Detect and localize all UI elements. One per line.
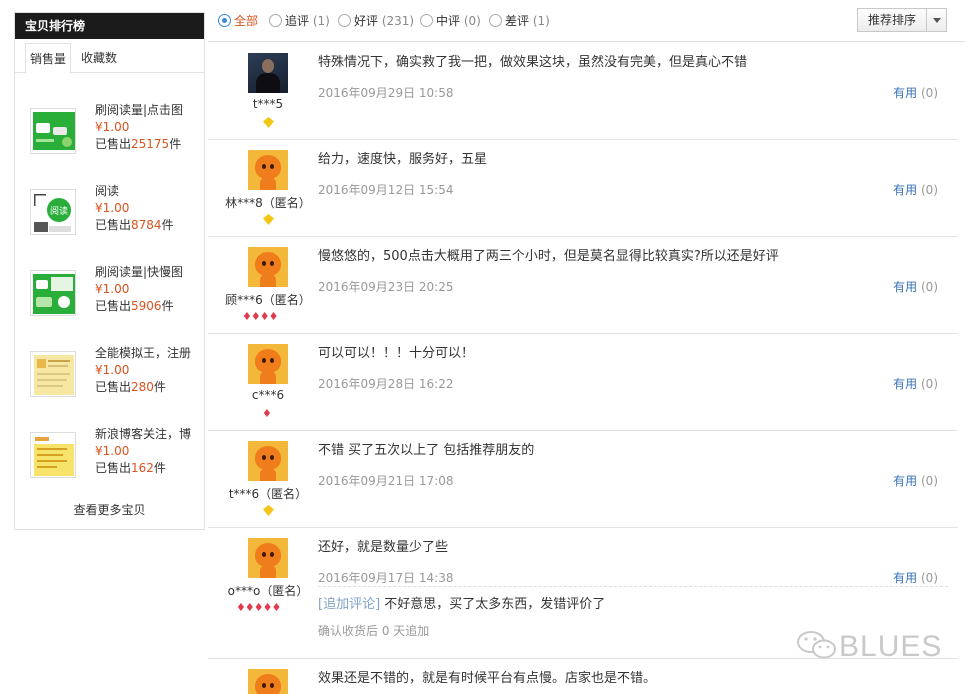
- reviewer-name: t***6（匿名）: [228, 487, 308, 501]
- useful-button[interactable]: 有用 (0): [893, 375, 938, 392]
- product-name[interactable]: 阅读: [95, 183, 200, 199]
- product-price: ¥1.00: [95, 444, 130, 458]
- review-item: t***6（匿名） 不错 买了五次以上了 包括推荐朋友的 2016年09月21日…: [208, 431, 958, 528]
- review-date: 2016年09月21日 17:08: [318, 474, 454, 488]
- wechat-icon: [795, 628, 839, 662]
- reviewer-name: 林***8（匿名）: [225, 196, 311, 210]
- product-thumbnail[interactable]: [30, 432, 76, 478]
- sidebar-tabs: 销售量 收藏数: [15, 43, 204, 74]
- more-products-link[interactable]: 查看更多宝贝: [14, 501, 205, 518]
- reviewer-name: c***6: [251, 388, 285, 402]
- useful-button[interactable]: 有用 (0): [893, 181, 938, 198]
- product-sold: 已售出162件: [95, 461, 166, 475]
- review-date: 2016年09月17日 14:38: [318, 571, 454, 585]
- product-name[interactable]: 刷阅读量|快慢图: [95, 264, 200, 280]
- buyer-level-icon: [263, 505, 274, 516]
- useful-button[interactable]: 有用 (0): [893, 569, 938, 586]
- reviewer-name: 顾***6（匿名）: [225, 293, 311, 307]
- reviews-panel: 全部 追评 (1) 好评 (231) 中评 (0) 差评 (1) 推荐排序 t*…: [208, 0, 966, 694]
- review-date: 2016年09月28日 16:22: [318, 377, 454, 391]
- rank-item[interactable]: 全能模拟王，注册 ¥1.00 已售出280件: [14, 346, 203, 432]
- followup-text: [追加评论] 不好意思，买了太多东西，发错评价了: [318, 597, 606, 612]
- buyer-level-icon: [263, 214, 274, 225]
- review-text: 慢悠悠的，500点击大概用了两三个小时，但是莫名显得比较真实?所以还是好评: [318, 249, 779, 264]
- filter-neutral[interactable]: 中评 (0): [420, 13, 481, 29]
- user-avatar[interactable]: [248, 247, 288, 287]
- user-avatar[interactable]: [248, 441, 288, 481]
- review-item: 效果还是不错的，就是有时候平台有点慢。店家也是不错。: [208, 659, 958, 694]
- watermark: BLUES: [795, 628, 942, 664]
- user-avatar[interactable]: [248, 538, 288, 578]
- useful-button[interactable]: 有用 (0): [893, 84, 938, 101]
- radio-icon[interactable]: [489, 14, 502, 27]
- product-name[interactable]: 全能模拟王，注册: [95, 345, 200, 361]
- useful-button[interactable]: 有用 (0): [893, 278, 938, 295]
- user-avatar[interactable]: [248, 53, 288, 93]
- filter-positive[interactable]: 好评 (231): [338, 13, 414, 29]
- user-avatar[interactable]: [248, 344, 288, 384]
- product-price: ¥1.00: [95, 282, 130, 296]
- review-item: 林***8（匿名） 给力，速度快，服务好，五星 2016年09月12日 15:5…: [208, 140, 958, 237]
- followup-divider: [318, 586, 948, 587]
- product-sold: 已售出5906件: [95, 299, 174, 313]
- chevron-down-icon[interactable]: [926, 9, 946, 31]
- radio-icon[interactable]: [338, 14, 351, 27]
- product-sold: 已售出280件: [95, 380, 166, 394]
- product-name[interactable]: 刷阅读量|点击图: [95, 102, 200, 118]
- buyer-level-icon: ♦♦♦♦♦: [236, 601, 281, 614]
- review-date: 2016年09月29日 10:58: [318, 86, 454, 100]
- product-thumbnail[interactable]: [30, 351, 76, 397]
- reviewer-name: t***5: [252, 97, 284, 111]
- rank-item[interactable]: 阅读 阅读 ¥1.00 已售出8784件: [14, 184, 203, 270]
- rank-item[interactable]: 刷阅读量|点击图 ¥1.00 已售出25175件: [14, 103, 203, 189]
- buyer-level-icon: ♦: [262, 407, 272, 420]
- product-price: ¥1.00: [95, 363, 130, 377]
- buyer-level-icon: [263, 117, 274, 128]
- followup-meta: 确认收货后 0 天追加: [318, 624, 430, 638]
- filter-all[interactable]: 全部: [218, 13, 258, 29]
- product-price: ¥1.00: [95, 201, 130, 215]
- review-item: 顾***6（匿名） ♦♦♦♦ 慢悠悠的，500点击大概用了两三个小时，但是莫名显…: [208, 237, 958, 334]
- rank-item[interactable]: 刷阅读量|快慢图 ¥1.00 已售出5906件: [14, 265, 203, 351]
- sort-dropdown[interactable]: 推荐排序: [857, 8, 947, 32]
- sidebar-title: 宝贝排行榜: [15, 13, 204, 39]
- user-avatar[interactable]: [248, 669, 288, 694]
- review-date: 2016年09月12日 15:54: [318, 183, 454, 197]
- tab-sales[interactable]: 销售量: [25, 43, 72, 74]
- useful-button[interactable]: 有用 (0): [893, 472, 938, 489]
- radio-icon[interactable]: [269, 14, 282, 27]
- review-text: 给力，速度快，服务好，五星: [318, 152, 488, 167]
- product-sold: 已售出8784件: [95, 218, 174, 232]
- filter-followup[interactable]: 追评 (1): [269, 13, 330, 29]
- review-item: t***5 特殊情况下，确实救了我一把，做效果这块，虽然没有完美，但是真心不错 …: [208, 43, 958, 140]
- rank-list: 刷阅读量|点击图 ¥1.00 已售出25175件 阅读 阅读 ¥1.00 已售出…: [14, 103, 203, 513]
- tab-favorites[interactable]: 收藏数: [77, 43, 121, 74]
- radio-icon[interactable]: [420, 14, 433, 27]
- sort-label: 推荐排序: [868, 13, 917, 27]
- filter-negative[interactable]: 差评 (1): [489, 13, 550, 29]
- product-name[interactable]: 新浪博客关注，博: [95, 426, 200, 442]
- product-price: ¥1.00: [95, 120, 130, 134]
- product-thumbnail[interactable]: 阅读: [30, 189, 76, 235]
- product-thumbnail[interactable]: [30, 270, 76, 316]
- radio-selected-icon[interactable]: [218, 14, 231, 27]
- review-text: 效果还是不错的，就是有时候平台有点慢。店家也是不错。: [318, 671, 657, 686]
- product-thumbnail[interactable]: [30, 108, 76, 154]
- buyer-level-icon: ♦♦♦♦: [242, 310, 278, 323]
- review-text: 特殊情况下，确实救了我一把，做效果这块，虽然没有完美，但是真心不错: [318, 55, 748, 70]
- review-date: 2016年09月23日 20:25: [318, 280, 454, 294]
- product-sold: 已售出25175件: [95, 137, 182, 151]
- user-avatar[interactable]: [248, 150, 288, 190]
- reviewer-name: o***o（匿名）: [227, 584, 309, 598]
- review-text: 还好，就是数量少了些: [318, 540, 449, 555]
- review-text: 可以可以！！！十分可以！: [318, 346, 475, 361]
- review-text: 不错 买了五次以上了 包括推荐朋友的: [318, 443, 535, 458]
- review-filter-bar: 全部 追评 (1) 好评 (231) 中评 (0) 差评 (1) 推荐排序: [208, 0, 966, 42]
- svg-text:阅读: 阅读: [50, 205, 68, 217]
- review-item: c***6 ♦ 可以可以！！！十分可以！ 2016年09月28日 16:22 有…: [208, 334, 958, 431]
